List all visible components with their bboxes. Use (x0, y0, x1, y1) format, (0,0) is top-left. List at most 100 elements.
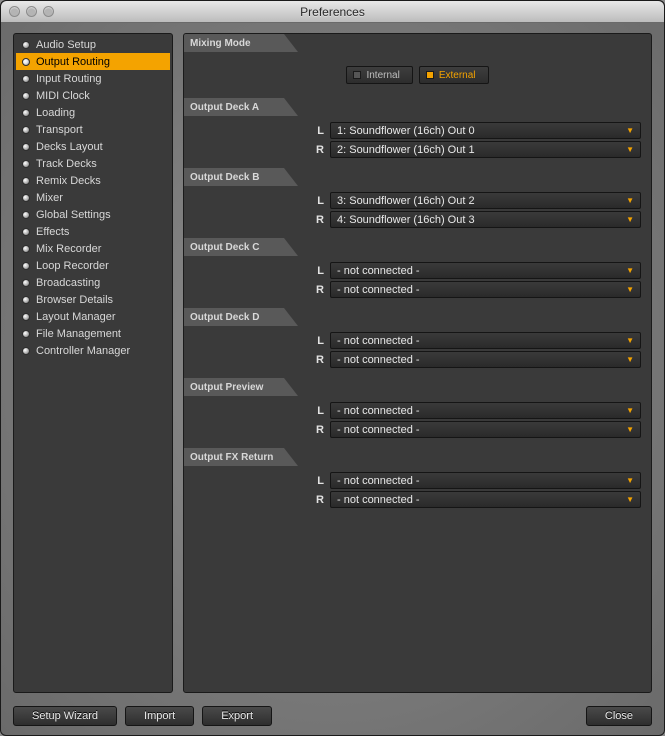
channel-label: L (194, 475, 324, 487)
output-channel-dropdown[interactable]: - not connected -▼ (330, 472, 641, 489)
output-channel-dropdown[interactable]: - not connected -▼ (330, 351, 641, 368)
traffic-lights (1, 6, 54, 17)
sidebar-item-label: Global Settings (36, 209, 111, 221)
section-header-mixing-mode: Mixing Mode (184, 34, 651, 52)
channel-label: R (194, 494, 324, 506)
section-header-slant (284, 98, 298, 116)
sidebar-item[interactable]: Layout Manager (16, 308, 170, 325)
sidebar-item[interactable]: Remix Decks (16, 172, 170, 189)
sidebar-item[interactable]: Loop Recorder (16, 257, 170, 274)
sidebar-item[interactable]: Audio Setup (16, 36, 170, 53)
sidebar-item[interactable]: Mix Recorder (16, 240, 170, 257)
section-header-label: Output Preview (184, 378, 284, 396)
mixing-mode-internal-button[interactable]: Internal (346, 66, 412, 84)
section-header-label: Output FX Return (184, 448, 284, 466)
section-body: L3: Soundflower (16ch) Out 2▼R4: Soundfl… (184, 186, 651, 238)
output-row: R4: Soundflower (16ch) Out 3▼ (194, 211, 641, 228)
sidebar-item-label: Loop Recorder (36, 260, 109, 272)
mixing-mode-external-button[interactable]: External (419, 66, 489, 84)
bullet-icon (22, 313, 30, 321)
output-channel-dropdown[interactable]: - not connected -▼ (330, 262, 641, 279)
section-header-label: Output Deck B (184, 168, 284, 186)
bullet-icon (22, 245, 30, 253)
close-button[interactable]: Close (586, 706, 652, 726)
sidebar-item[interactable]: Transport (16, 121, 170, 138)
section-header: Output Preview (184, 378, 651, 396)
setup-wizard-button[interactable]: Setup Wizard (13, 706, 117, 726)
channel-label: R (194, 424, 324, 436)
output-channel-dropdown[interactable]: - not connected - ▼ (330, 332, 641, 349)
section-body: L- not connected -▼R- not connected -▼ (184, 256, 651, 308)
import-button[interactable]: Import (125, 706, 194, 726)
footer: Setup Wizard Import Export Close (13, 706, 652, 726)
sidebar-item[interactable]: File Management (16, 325, 170, 342)
output-channel-dropdown[interactable]: - not connected -▼ (330, 491, 641, 508)
bullet-icon (22, 211, 30, 219)
channel-label: L (194, 125, 324, 137)
output-channel-dropdown[interactable]: - not connected -▼ (330, 281, 641, 298)
sidebar-item[interactable]: Effects (16, 223, 170, 240)
radio-indicator-icon (426, 71, 434, 79)
bullet-icon (22, 296, 30, 304)
sidebar-item[interactable]: Mixer (16, 189, 170, 206)
sidebar: Audio SetupOutput Routing Input Routing MI… (13, 33, 173, 693)
output-channel-dropdown[interactable]: 1: Soundflower (16ch) Out 0▼ (330, 122, 641, 139)
sidebar-item-label: Loading (36, 107, 75, 119)
output-channel-dropdown[interactable]: 3: Soundflower (16ch) Out 2▼ (330, 192, 641, 209)
sidebar-item[interactable]: Controller Manager (16, 342, 170, 359)
bullet-icon (22, 41, 30, 49)
chevron-down-icon: ▼ (626, 145, 634, 154)
channel-label: R (194, 144, 324, 156)
section-header: Output Deck D (184, 308, 651, 326)
bullet-icon (22, 126, 30, 134)
chevron-down-icon: ▼ (626, 336, 634, 345)
channel-label: R (194, 284, 324, 296)
output-channel-dropdown[interactable]: 2: Soundflower (16ch) Out 1 ▼ (330, 141, 641, 158)
sidebar-item[interactable]: Output Routing (16, 53, 170, 70)
output-channel-dropdown[interactable]: 4: Soundflower (16ch) Out 3▼ (330, 211, 641, 228)
chevron-down-icon: ▼ (626, 476, 634, 485)
minimize-window-icon[interactable] (26, 6, 37, 17)
chevron-down-icon: ▼ (626, 425, 634, 434)
bullet-icon (22, 75, 30, 83)
sidebar-item[interactable]: Decks Layout (16, 138, 170, 155)
section-header-label: Output Deck D (184, 308, 284, 326)
dropdown-value: - not connected - (337, 424, 420, 436)
sidebar-item-label: MIDI Clock (36, 90, 90, 102)
bullet-icon (22, 279, 30, 287)
dropdown-value: - not connected - (337, 405, 420, 417)
sidebar-item-label: Input Routing (36, 73, 101, 85)
chevron-down-icon: ▼ (626, 285, 634, 294)
close-window-icon[interactable] (9, 6, 20, 17)
chevron-down-icon: ▼ (626, 355, 634, 364)
section-body: L- not connected -▼R- not connected -▼ (184, 466, 651, 518)
section-body: L 1: Soundflower (16ch) Out 0▼ R 2: Soundfl… (184, 116, 651, 168)
output-row: R - not connected -▼ (194, 281, 641, 298)
zoom-window-icon[interactable] (43, 6, 54, 17)
sidebar-item-label: Remix Decks (36, 175, 101, 187)
channel-label: R (194, 354, 324, 366)
section-header-label: Output Deck A (184, 98, 284, 116)
sidebar-item-label: Decks Layout (36, 141, 103, 153)
bullet-icon (22, 143, 30, 151)
sidebar-item[interactable]: Track Decks (16, 155, 170, 172)
sidebar-item[interactable]: Input Routing (16, 70, 170, 87)
sidebar-item[interactable]: Loading (16, 104, 170, 121)
sidebar-item[interactable]: Browser Details (16, 291, 170, 308)
sidebar-item[interactable]: Broadcasting (16, 274, 170, 291)
mixing-mode-internal-label: Internal (366, 70, 399, 81)
section-header-slant (284, 448, 298, 466)
dropdown-value: - not connected - (337, 335, 420, 347)
chevron-down-icon: ▼ (626, 266, 634, 275)
sidebar-item-label: Track Decks (36, 158, 97, 170)
sidebar-item[interactable]: MIDI Clock (16, 87, 170, 104)
bullet-icon (22, 228, 30, 236)
output-channel-dropdown[interactable]: - not connected -▼ (330, 402, 641, 419)
dropdown-value: 2: Soundflower (16ch) Out 1 (337, 144, 475, 156)
sidebar-item-label: Controller Manager (36, 345, 130, 357)
bullet-icon (22, 160, 30, 168)
dropdown-value: - not connected - (337, 494, 420, 506)
sidebar-item[interactable]: Global Settings (16, 206, 170, 223)
export-button[interactable]: Export (202, 706, 272, 726)
output-channel-dropdown[interactable]: - not connected - ▼ (330, 421, 641, 438)
